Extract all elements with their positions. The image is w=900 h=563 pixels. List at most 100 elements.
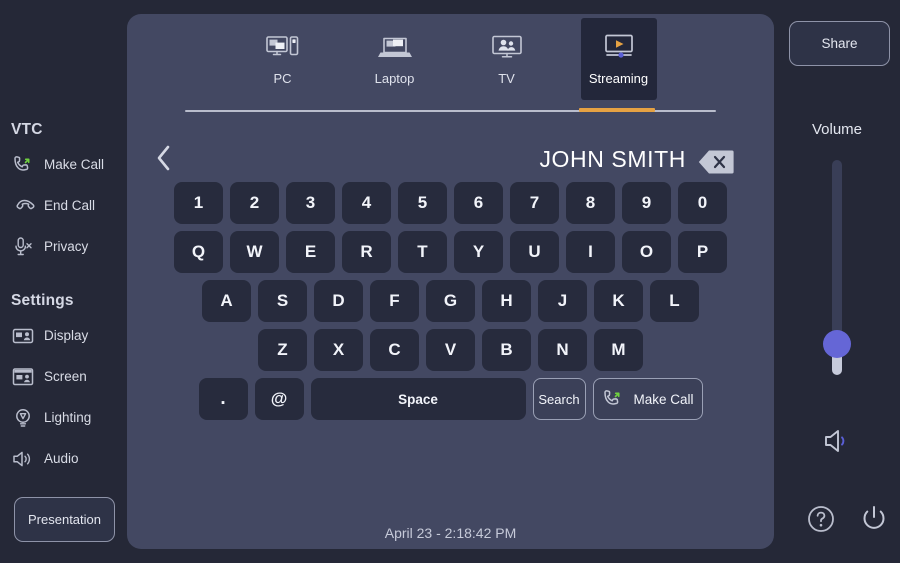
- app-root: V T C Make Call End Call Privacy Settings …: [0, 0, 900, 563]
- laptop-icon: [375, 32, 415, 66]
- entry-title-row: JOHN SMITH: [127, 130, 774, 188]
- speaker-icon[interactable]: [822, 425, 854, 457]
- key-4[interactable]: 4: [342, 182, 391, 224]
- key-c[interactable]: C: [370, 329, 419, 371]
- keyboard-row-qwerty: Q W E R T Y U I O P: [127, 231, 774, 273]
- keyboard-row-numbers: 1 2 3 4 5 6 7 8 9 0: [127, 182, 774, 224]
- sidebar-item-display[interactable]: Display: [0, 315, 127, 356]
- key-period[interactable]: .: [198, 378, 248, 420]
- key-r[interactable]: R: [342, 231, 391, 273]
- key-w[interactable]: W: [230, 231, 279, 273]
- display-icon: [11, 324, 35, 348]
- volume-slider-thumb[interactable]: [823, 330, 851, 358]
- tv-icon: [487, 32, 527, 66]
- key-k[interactable]: K: [594, 280, 643, 322]
- sidebar-item-privacy[interactable]: Privacy: [0, 226, 127, 267]
- key-p[interactable]: P: [678, 231, 727, 273]
- help-circle-icon[interactable]: [807, 505, 835, 533]
- key-2[interactable]: 2: [230, 182, 279, 224]
- timestamp: April 23 - 2:18:42 PM: [384, 525, 517, 541]
- key-q[interactable]: Q: [174, 231, 223, 273]
- key-0[interactable]: 0: [678, 182, 727, 224]
- sidebar-item-label: Screen: [44, 369, 87, 384]
- sidebar-item-label: End Call: [44, 198, 96, 213]
- search-button[interactable]: Search: [532, 378, 586, 420]
- tab-tv[interactable]: TV: [469, 18, 545, 100]
- tab-pc[interactable]: PC: [245, 18, 321, 100]
- source-tabs: PC Laptop TV Streaming: [127, 14, 774, 102]
- main-panel: PC Laptop TV Streaming JOHN SMITH 1 2 3 …: [127, 14, 774, 549]
- key-space[interactable]: Space: [310, 378, 526, 420]
- sidebar-item-label: Privacy: [44, 239, 89, 254]
- key-e[interactable]: E: [286, 231, 335, 273]
- lightbulb-icon: [11, 406, 35, 430]
- tab-streaming[interactable]: Streaming: [580, 18, 657, 100]
- active-tab-underline: [579, 108, 655, 112]
- key-a[interactable]: A: [202, 280, 251, 322]
- key-3[interactable]: 3: [286, 182, 335, 224]
- make-call-label: Make Call: [633, 391, 694, 407]
- volume-label: Volume: [811, 121, 863, 138]
- key-y[interactable]: Y: [454, 231, 503, 273]
- tab-label: TV: [498, 71, 515, 86]
- key-v[interactable]: V: [426, 329, 475, 371]
- volume-slider-track: [832, 160, 842, 346]
- chevron-left-icon[interactable]: [151, 141, 177, 175]
- sidebar-item-end-call[interactable]: End Call: [0, 185, 127, 226]
- key-9[interactable]: 9: [622, 182, 671, 224]
- keyboard-row-asdf: A S D F G H J K L: [127, 280, 774, 322]
- power-icon[interactable]: [859, 504, 889, 534]
- key-f[interactable]: F: [370, 280, 419, 322]
- sidebar-group-title-settings: Settings: [11, 292, 74, 309]
- key-s[interactable]: S: [258, 280, 307, 322]
- sidebar-item-audio[interactable]: Audio: [0, 438, 127, 479]
- right-sidebar: Share Volume: [774, 0, 900, 563]
- sidebar-item-label: Audio: [44, 451, 79, 466]
- backspace-icon[interactable]: [698, 149, 734, 175]
- tab-label: Laptop: [374, 71, 415, 86]
- key-d[interactable]: D: [314, 280, 363, 322]
- sidebar-item-label: Make Call: [44, 157, 105, 172]
- tab-laptop[interactable]: Laptop: [357, 18, 433, 100]
- microphone-mute-icon: [11, 235, 35, 259]
- streaming-play-icon: [599, 32, 639, 66]
- key-7[interactable]: 7: [510, 182, 559, 224]
- phone-call-icon: [11, 153, 35, 177]
- phone-call-icon: [601, 387, 625, 411]
- sidebar-item-screen[interactable]: Screen: [0, 356, 127, 397]
- share-button[interactable]: Share: [789, 21, 890, 66]
- entry-name-text: JOHN SMITH: [539, 146, 686, 172]
- key-x[interactable]: X: [314, 329, 363, 371]
- key-at[interactable]: @: [254, 378, 304, 420]
- sidebar-item-lighting[interactable]: Lighting: [0, 397, 127, 438]
- screen-icon: [11, 365, 35, 389]
- key-u[interactable]: U: [510, 231, 559, 273]
- key-n[interactable]: N: [538, 329, 587, 371]
- tab-label: PC: [273, 71, 292, 86]
- make-call-button[interactable]: Make Call: [592, 378, 703, 420]
- key-i[interactable]: I: [566, 231, 615, 273]
- key-z[interactable]: Z: [258, 329, 307, 371]
- sidebar-item-label: Display: [44, 328, 89, 343]
- phone-hangup-icon: [11, 194, 35, 218]
- desktop-pc-icon: [263, 32, 303, 66]
- on-screen-keyboard: 1 2 3 4 5 6 7 8 9 0 Q W E R T Y U I O P …: [127, 182, 774, 427]
- speaker-icon: [11, 447, 35, 471]
- key-5[interactable]: 5: [398, 182, 447, 224]
- key-t[interactable]: T: [398, 231, 447, 273]
- key-6[interactable]: 6: [454, 182, 503, 224]
- key-l[interactable]: L: [650, 280, 699, 322]
- key-b[interactable]: B: [482, 329, 531, 371]
- keyboard-row-zxcv: Z X C V B N M: [127, 329, 774, 371]
- volume-slider[interactable]: [823, 160, 851, 375]
- key-g[interactable]: G: [426, 280, 475, 322]
- presentation-button[interactable]: Presentation: [14, 497, 115, 542]
- key-h[interactable]: H: [482, 280, 531, 322]
- key-o[interactable]: O: [622, 231, 671, 273]
- key-1[interactable]: 1: [174, 182, 223, 224]
- key-j[interactable]: J: [538, 280, 587, 322]
- key-8[interactable]: 8: [566, 182, 615, 224]
- sidebar-item-make-call[interactable]: Make Call: [0, 144, 127, 185]
- key-m[interactable]: M: [594, 329, 643, 371]
- keyboard-row-bottom: . @ Space Search Make Call: [127, 378, 774, 420]
